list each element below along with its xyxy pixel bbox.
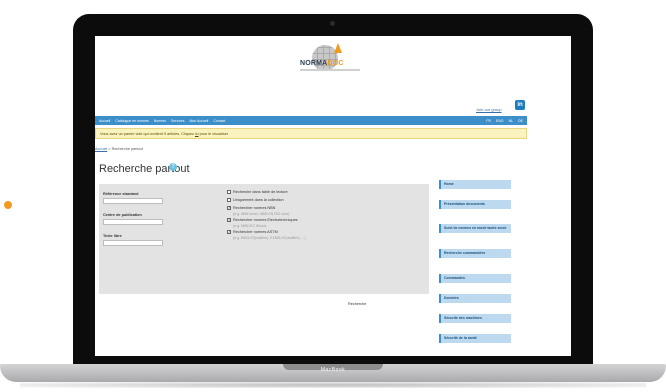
hint-electrotechnical: (e.g. NBN IEC 60xxx) bbox=[233, 224, 267, 228]
language-switcher: FR ENG NL DE bbox=[486, 116, 523, 125]
breadcrumb-current: Recherche partout bbox=[111, 147, 143, 151]
reference-input[interactable] bbox=[103, 198, 163, 204]
laptop-shadow bbox=[20, 382, 646, 388]
help-icon[interactable]: ? bbox=[169, 163, 177, 171]
breadcrumb: Accueil > Recherche partout bbox=[95, 147, 143, 151]
option-astm[interactable]: ✓ Rechercher normes ASTM bbox=[227, 230, 278, 234]
nav-item-mon-accueil[interactable]: Mon Accueil bbox=[189, 119, 208, 123]
checkbox[interactable] bbox=[227, 198, 231, 202]
nav-item-normes[interactable]: Normes bbox=[154, 119, 166, 123]
checkbox-checked[interactable]: ✓ bbox=[227, 206, 231, 210]
sidebar-item-securite-machines[interactable]: Sécurité des machines bbox=[439, 314, 511, 323]
field-label-publication: Centre de publication bbox=[103, 213, 142, 217]
checkbox[interactable] bbox=[227, 190, 231, 194]
checkbox-checked[interactable]: ✓ bbox=[227, 218, 231, 222]
sidebar-item-suivi[interactable]: Suivi de normes en mode tacite seule bbox=[439, 224, 511, 233]
sidebar-item-commandes[interactable]: Commandes bbox=[439, 274, 511, 283]
normadoc-logo[interactable]: NORMADOC bbox=[294, 43, 364, 77]
checkbox-checked[interactable]: ✓ bbox=[227, 230, 231, 234]
cart-notice-text: Vous avez un panier vide qui contient 0 … bbox=[100, 132, 229, 136]
website: NORMADOC Join our group in Accueil Catal… bbox=[62, 0, 602, 392]
lang-de[interactable]: DE bbox=[518, 119, 523, 123]
breadcrumb-home[interactable]: Accueil bbox=[95, 147, 107, 151]
lang-nl[interactable]: NL bbox=[509, 119, 513, 123]
lang-eng[interactable]: ENG bbox=[496, 119, 504, 123]
field-label-free-text: Texte libre bbox=[103, 234, 122, 238]
option-electrotechnical[interactable]: ✓ Rechercher normes Electrotechniques bbox=[227, 218, 298, 222]
linkedin-icon[interactable]: in bbox=[515, 100, 525, 110]
sidebar-item-donnees[interactable]: Données bbox=[439, 294, 511, 303]
nav-item-contact[interactable]: Contact bbox=[213, 119, 225, 123]
nav-item-services[interactable]: Services bbox=[171, 119, 184, 123]
hint-nbn: (e.g. NBN xxxxx, NBN EN ISO xxxx) bbox=[233, 212, 290, 216]
sidebar-item-home[interactable]: Home bbox=[439, 180, 511, 189]
hint-astm: (e.g. E609-97(reaffirm), E1505-97(reaffi… bbox=[233, 236, 306, 240]
logo-tagline-bar bbox=[300, 69, 360, 71]
main-navbar: Accueil Catalogue en normes Normes Servi… bbox=[95, 116, 527, 125]
decorative-dot bbox=[4, 201, 12, 209]
option-reading-table[interactable]: Recherche dans table de lecture bbox=[227, 190, 288, 194]
publication-input[interactable] bbox=[103, 219, 163, 225]
sidebar-item-securite-sante[interactable]: Sécurité de la santé bbox=[439, 334, 511, 343]
search-button[interactable]: Recherche bbox=[348, 302, 366, 306]
search-form: Référence standard Centre de publication… bbox=[99, 184, 429, 306]
logo-text: NORMADOC bbox=[300, 60, 344, 67]
nav-links: Accueil Catalogue en normes Normes Servi… bbox=[99, 116, 225, 125]
option-nbn[interactable]: ✓ Rechercher normes NBN bbox=[227, 206, 275, 210]
cart-notice: Vous avez un panier vide qui contient 0 … bbox=[95, 128, 527, 139]
field-label-reference: Référence standard bbox=[103, 192, 139, 196]
flame-icon bbox=[334, 43, 342, 53]
option-collection[interactable]: Uniquement dans la collection bbox=[227, 198, 284, 202]
sidebar-item-recherche[interactable]: Recherche commandées bbox=[439, 249, 511, 258]
lang-fr[interactable]: FR bbox=[486, 119, 491, 123]
device-label: MacBook bbox=[320, 367, 346, 373]
free-text-input[interactable] bbox=[103, 240, 163, 246]
sidebar-item-presentation[interactable]: Présentation documents bbox=[439, 200, 511, 209]
nav-item-catalogue[interactable]: Catalogue en normes bbox=[115, 119, 148, 123]
nav-item-accueil[interactable]: Accueil bbox=[99, 119, 110, 123]
join-group-link[interactable]: Join our group bbox=[476, 107, 502, 112]
